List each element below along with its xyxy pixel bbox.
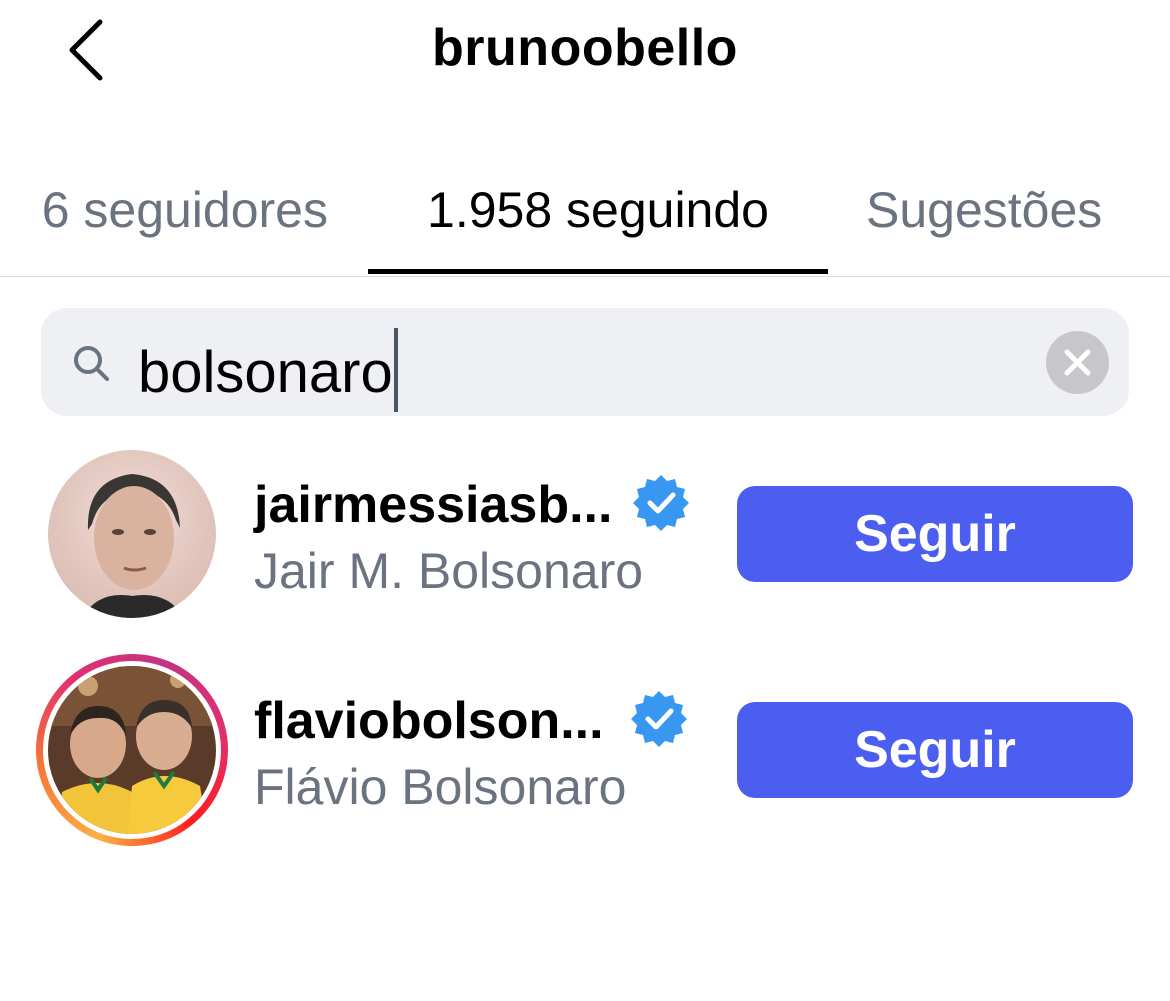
search-input[interactable]: bolsonaro — [138, 328, 398, 412]
search-input-text: bolsonaro — [138, 340, 393, 405]
avatar[interactable] — [48, 450, 216, 618]
full-name: Jair M. Bolsonaro — [254, 543, 644, 599]
avatar[interactable] — [48, 666, 216, 834]
clear-search-button[interactable] — [1046, 331, 1109, 394]
active-tab-indicator — [368, 269, 828, 274]
tab-followers[interactable]: 6 seguidores — [42, 180, 328, 240]
story-ring[interactable] — [36, 654, 228, 846]
text-caret — [393, 328, 398, 412]
tab-bar: 6 seguidores 1.958 seguindo Sugestões — [0, 170, 1170, 277]
username[interactable]: jairmessiasb... — [254, 474, 612, 536]
profile-photo — [48, 450, 216, 618]
full-name: Flávio Bolsonaro — [254, 759, 627, 815]
verified-badge-icon — [631, 691, 687, 747]
username[interactable]: flaviobolson... — [254, 690, 604, 752]
verified-badge-icon — [633, 475, 689, 531]
clear-icon — [1064, 349, 1091, 376]
story-ring-gap — [43, 661, 221, 839]
search-icon — [74, 346, 109, 381]
follow-button[interactable]: Seguir — [737, 486, 1133, 582]
list-item[interactable]: jairmessiasb... Jair M. Bolsonaro Seguir — [0, 450, 1170, 630]
follow-button[interactable]: Seguir — [737, 702, 1133, 798]
header: brunoobello — [0, 0, 1170, 110]
page-title: brunoobello — [432, 19, 738, 77]
tab-following[interactable]: 1.958 seguindo — [368, 180, 828, 240]
tab-suggestions[interactable]: Sugestões — [866, 180, 1102, 240]
list-item[interactable]: flaviobolson... Flávio Bolsonaro Seguir — [0, 654, 1170, 846]
profile-photo — [48, 666, 216, 834]
